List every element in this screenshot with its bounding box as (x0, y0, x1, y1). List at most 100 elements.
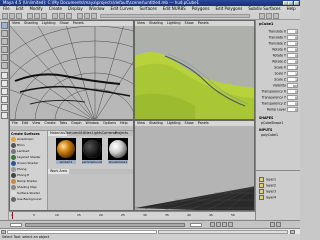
work-area[interactable] (48, 174, 133, 210)
shape-node-name[interactable]: pCubeShape1 (261, 121, 283, 125)
auto-key-icon[interactable] (270, 222, 275, 227)
layer-item[interactable]: layer1 (259, 177, 299, 182)
layout-four-icon[interactable] (1, 80, 8, 87)
attr-translate-x[interactable]: Translate X0 (268, 29, 298, 34)
ramp-shader-icon[interactable] (11, 179, 16, 184)
scale-tool-icon[interactable] (1, 54, 8, 61)
new-scene-icon[interactable] (2, 13, 8, 19)
layered-shader-icon[interactable] (11, 155, 16, 160)
attr-ramp-layer[interactable]: Ramp Layer 0 (267, 107, 298, 112)
step-back-icon[interactable] (216, 222, 221, 227)
time-tick: 50 (231, 213, 235, 217)
rotate-tool-icon[interactable] (1, 46, 8, 53)
attr-scale-z[interactable]: Scale Z1 (274, 77, 298, 82)
attr-transparency-x[interactable]: Transparency X0 (262, 89, 298, 94)
end-time-field[interactable] (190, 223, 202, 227)
tab-projects[interactable]: Projects (113, 131, 130, 136)
anisotropic-icon[interactable] (11, 137, 16, 142)
create-item-shading-map[interactable]: Shading Map (17, 185, 36, 189)
create-item-anisotropic[interactable]: Anisotropic (17, 137, 34, 141)
close-button[interactable] (294, 1, 299, 5)
save-scene-icon[interactable] (16, 13, 22, 19)
swatch-label: lambert1 (56, 160, 76, 164)
phong-icon[interactable] (11, 167, 16, 172)
layout-outliner-icon[interactable] (1, 104, 8, 111)
show-channel-box-icon[interactable] (273, 13, 279, 19)
select-tool-icon[interactable] (1, 22, 8, 29)
attr-rotate-y[interactable]: Rotate Y0 (273, 53, 298, 58)
attr-rotate-x[interactable]: Rotate X0 (272, 47, 298, 52)
layer-item[interactable]: layer3 (259, 189, 299, 194)
viewport-top-right[interactable]: View Shading Lighting Show Panels (134, 20, 255, 120)
history-icon[interactable] (77, 13, 83, 19)
attr-transparency-z[interactable]: Transparency Z0 (262, 101, 298, 106)
play-back-icon[interactable] (210, 222, 215, 227)
use-background-icon[interactable] (11, 197, 16, 202)
material-swatch-particlecloud1[interactable]: particleCloud1 (82, 138, 102, 168)
render-icon[interactable] (84, 13, 90, 19)
input-node-name[interactable]: polyCube1 (261, 133, 278, 137)
attr-translate-z[interactable]: Translate Z0 (268, 41, 298, 46)
viewport-bottom-right[interactable]: View Shading Lighting Show Panels (134, 120, 255, 211)
shelf-bar[interactable] (100, 14, 250, 18)
material-swatch-shaderglow1[interactable]: shaderGlow1 (108, 138, 128, 168)
create-item-use-background[interactable]: Use Background (17, 197, 41, 201)
move-tool-icon[interactable] (1, 38, 8, 45)
layer-item[interactable]: layer4 (259, 195, 299, 200)
create-item-phong[interactable]: Phong (17, 167, 26, 171)
blinn-icon[interactable] (11, 143, 16, 148)
layout-two-side-icon[interactable] (1, 88, 8, 95)
maximize-button[interactable] (288, 1, 293, 5)
create-item-ocean-shader[interactable]: Ocean Shader (17, 161, 38, 165)
current-time-marker[interactable] (12, 212, 13, 219)
attr-transparency-y[interactable]: Transparency Y0 (262, 95, 298, 100)
window-title: Maya 4.5 (Unlimited): C:\My Documents\ma… (3, 0, 200, 5)
ocean-shader-icon[interactable] (11, 161, 16, 166)
animation-prefs-icon[interactable] (276, 222, 281, 227)
hypershade-panel: File Edit View Create Tabs Graph Window … (9, 120, 134, 211)
lasso-tool-icon[interactable] (1, 30, 8, 37)
shading-map-icon[interactable] (11, 185, 16, 190)
attr-translate-y[interactable]: Translate Y0 (269, 35, 298, 40)
create-item-ramp-shader[interactable]: Ramp Shader (17, 179, 37, 183)
show-tool-settings-icon[interactable] (266, 13, 272, 19)
lambert-icon[interactable] (11, 149, 16, 154)
create-item-phong-e[interactable]: Phong E (17, 173, 29, 177)
layer-color-swatch (259, 195, 264, 200)
layout-two-stacked-icon[interactable] (1, 96, 8, 103)
material-swatch-lambert1[interactable]: lambert1 (56, 138, 76, 168)
sphere-wireframe (10, 26, 133, 119)
layer-color-swatch (259, 177, 264, 182)
attr-rotate-z[interactable]: Rotate Z0 (272, 59, 298, 64)
attr-scale-y[interactable]: Scale Y1 (274, 71, 298, 76)
range-bar[interactable] (25, 223, 185, 227)
play-forward-icon[interactable] (222, 222, 227, 227)
snap-grid-icon[interactable] (52, 13, 58, 19)
attr-visibility[interactable]: Visibility on (273, 83, 298, 88)
phong-e-icon[interactable] (11, 173, 16, 178)
select-object-icon[interactable] (34, 13, 40, 19)
select-hierarchy-icon[interactable] (27, 13, 33, 19)
create-item-layered-shader[interactable]: Layered Shader (17, 155, 41, 159)
time-slider[interactable]: 1 5 10 15 20 25 30 35 40 45 50 (9, 211, 255, 219)
viewport-top-left[interactable]: View Shading Lighting Show Panels (9, 20, 134, 120)
create-item-surface-shader[interactable]: Surface Shader (17, 191, 40, 195)
lambert1-sphere-icon (56, 138, 76, 160)
show-attribute-editor-icon[interactable] (259, 13, 265, 19)
layout-single-icon[interactable] (1, 72, 8, 79)
layer-item[interactable]: layer2 (259, 183, 299, 188)
ipr-render-icon[interactable] (91, 13, 97, 19)
snap-curve-icon[interactable] (59, 13, 65, 19)
create-item-blinn[interactable]: Blinn (17, 143, 25, 147)
layer-editor: layer1 layer2 layer3 layer4 (255, 170, 300, 220)
step-forward-icon[interactable] (228, 222, 233, 227)
snap-point-icon[interactable] (66, 13, 72, 19)
attr-scale-x[interactable]: Scale X1 (274, 65, 298, 70)
create-item-lambert[interactable]: Lambert (17, 149, 30, 153)
manipulator-tool-icon[interactable] (1, 62, 8, 69)
open-scene-icon[interactable] (9, 13, 15, 19)
surface-shader-icon[interactable] (11, 191, 16, 196)
layout-hypershade-icon[interactable] (1, 112, 8, 119)
start-time-field[interactable] (10, 223, 22, 227)
select-component-icon[interactable] (41, 13, 47, 19)
